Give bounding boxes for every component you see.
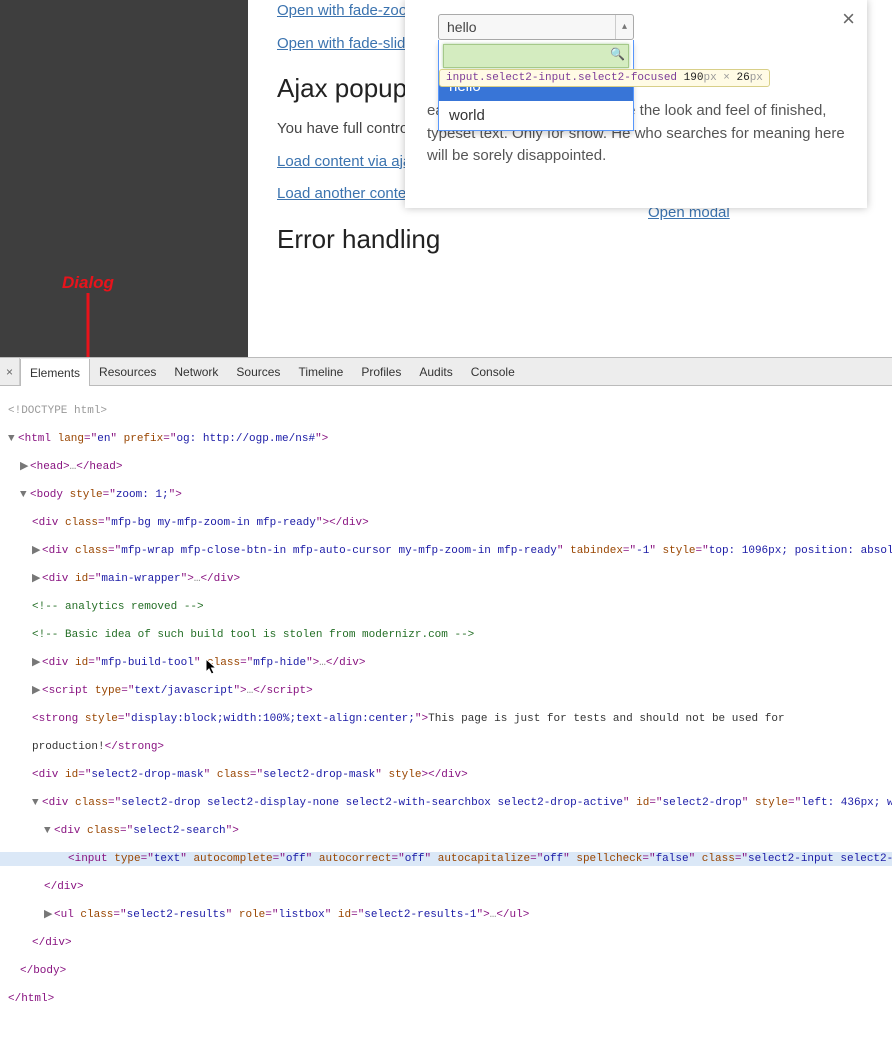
heading-error-handling: Error handling [277, 220, 877, 259]
search-icon: 🔍 [610, 47, 625, 61]
devtools-tabbar: × Elements Resources Network Sources Tim… [0, 358, 892, 386]
tab-network[interactable]: Network [165, 358, 227, 385]
link-load-ajax[interactable]: Load content via ajax [277, 153, 419, 170]
tooltip-times: × [717, 72, 737, 84]
devtools-close-icon[interactable]: × [0, 358, 20, 385]
devtools-panel: × Elements Resources Network Sources Tim… [0, 357, 892, 1038]
tooltip-selector: input.select2-input.select2-focused [446, 72, 677, 84]
link-fade-slide[interactable]: Open with fade-slide [277, 35, 414, 52]
tab-sources[interactable]: Sources [227, 358, 289, 385]
cursor-icon [205, 658, 219, 676]
tab-timeline[interactable]: Timeline [289, 358, 352, 385]
tooltip-unit2: px [750, 72, 763, 84]
tab-console[interactable]: Console [462, 358, 524, 385]
tooltip-width: 190 [684, 72, 704, 84]
select2-search-input[interactable] [443, 44, 629, 68]
select2-selected-label: hello [447, 19, 477, 35]
tab-audits[interactable]: Audits [410, 358, 461, 385]
tooltip-height: 26 [736, 72, 749, 84]
chevron-up-icon[interactable]: ▴ [615, 15, 633, 39]
inspector-element-tooltip: input.select2-input.select2-focused 190p… [439, 69, 770, 87]
select2-container[interactable]: hello ▴ [438, 14, 634, 40]
tab-profiles[interactable]: Profiles [352, 358, 410, 385]
link-fade-zoom[interactable]: Open with fade-zoom [277, 2, 420, 19]
select2-option-world[interactable]: world [439, 101, 633, 130]
tooltip-unit: px [703, 72, 716, 84]
dom-selected-input-line[interactable]: <input type="text" autocomplete="off" au… [0, 852, 892, 866]
tab-elements[interactable]: Elements [20, 359, 90, 386]
sidebar-dark-area [0, 0, 248, 357]
arrow-dialog-icon [78, 293, 102, 357]
devtools-dom-tree[interactable]: <!DOCTYPE html> ▼<html lang="en" prefix=… [0, 386, 892, 1038]
close-icon[interactable]: × [842, 6, 855, 32]
select2-search-wrap: 🔍 [439, 40, 633, 72]
tab-resources[interactable]: Resources [90, 358, 165, 385]
annotation-dialog: Dialog [62, 273, 114, 293]
dom-doctype: <!DOCTYPE html> [8, 405, 107, 417]
select2-selected-choice[interactable]: hello ▴ [438, 14, 634, 40]
